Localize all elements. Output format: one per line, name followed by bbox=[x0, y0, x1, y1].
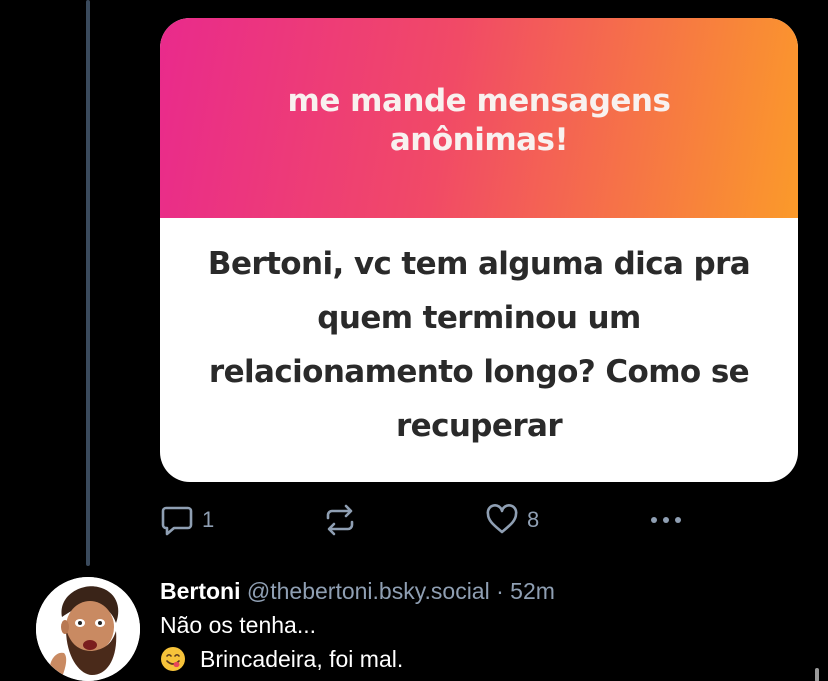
more-options-button[interactable] bbox=[648, 500, 684, 540]
reply-button[interactable]: 1 bbox=[160, 500, 214, 540]
post-action-bar: 1 8 bbox=[160, 500, 700, 540]
heart-icon bbox=[486, 504, 518, 534]
card-header: me mande mensagens anônimas! bbox=[160, 18, 798, 218]
face-savoring-food-emoji bbox=[161, 647, 185, 671]
card-question: Bertoni, vc tem alguma dica pra quem ter… bbox=[207, 246, 751, 444]
speech-bubble-icon bbox=[161, 506, 193, 536]
avatar[interactable] bbox=[36, 577, 140, 681]
scrollbar[interactable] bbox=[815, 668, 819, 681]
post-header: Bertoni @thebertoni.bsky.social · 52m bbox=[160, 574, 820, 608]
post-timestamp[interactable]: 52m bbox=[510, 578, 555, 604]
repost-button[interactable] bbox=[323, 500, 357, 540]
card-title: me mande mensagens anônimas! bbox=[287, 83, 671, 158]
post-text-line-1: Não os tenha... bbox=[160, 612, 316, 638]
repost-arrows-icon bbox=[326, 504, 354, 536]
reply-count: 1 bbox=[202, 507, 215, 532]
thread-connector-line bbox=[86, 0, 90, 566]
embedded-image-card[interactable]: me mande mensagens anônimas! Bertoni, vc… bbox=[160, 18, 798, 482]
avatar-illustration bbox=[36, 577, 140, 681]
reply-post[interactable]: Bertoni @thebertoni.bsky.social · 52m Nã… bbox=[160, 574, 820, 676]
like-button[interactable]: 8 bbox=[485, 500, 539, 540]
author-name[interactable]: Bertoni bbox=[160, 578, 241, 604]
author-handle[interactable]: @thebertoni.bsky.social bbox=[247, 578, 490, 604]
like-count: 8 bbox=[527, 507, 540, 532]
post-text-line-2: Brincadeira, foi mal. bbox=[160, 642, 820, 676]
post-text-line-2-content: Brincadeira, foi mal. bbox=[200, 646, 404, 672]
card-body: Bertoni, vc tem alguma dica pra quem ter… bbox=[160, 218, 798, 482]
ellipsis-icon bbox=[651, 517, 681, 523]
separator-dot: · bbox=[496, 578, 504, 604]
